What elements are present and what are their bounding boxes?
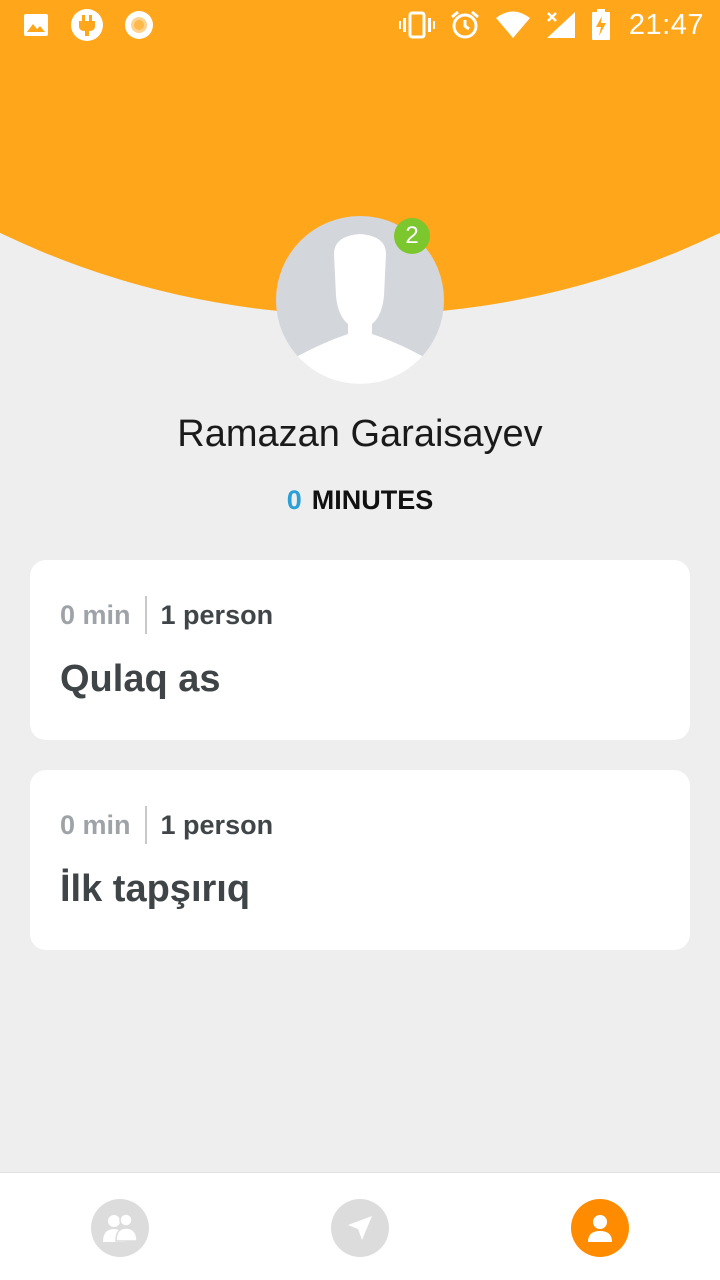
status-time: 21:47 [628,8,704,41]
nav-explore-button[interactable] [331,1199,389,1257]
profile-name: Ramazan Garaisayev [177,413,543,455]
bottom-navigation [0,1172,720,1280]
circle-record-icon [124,10,154,40]
task-card[interactable]: 0 min 1 person İlk tapşırıq [30,770,690,950]
usb-plug-icon [70,8,104,42]
nav-people-button[interactable] [91,1199,149,1257]
cellular-no-data-icon [545,10,577,40]
task-card[interactable]: 0 min 1 person Qulaq as [30,560,690,740]
task-people: 1 person [160,599,274,630]
minutes-summary: 0 MINUTES [0,485,720,516]
nav-profile-button[interactable] [571,1199,629,1257]
task-meta: 0 min 1 person [60,596,660,634]
task-meta: 0 min 1 person [60,806,660,844]
status-bar: 21:47 [0,0,720,50]
alarm-icon [449,9,481,41]
profile-screen: 21:47 2 Ramazan Garaisayev 0 MINUTES 0 mi… [0,0,720,1280]
task-title: İlk tapşırıq [60,868,251,910]
minutes-label: MINUTES [311,485,434,515]
image-icon [22,11,50,39]
notification-badge: 2 [394,218,430,254]
task-minutes: 0 min [60,599,131,630]
task-people: 1 person [160,809,274,840]
wifi-icon [495,11,531,39]
minutes-value: 0 [286,485,302,515]
vibrate-icon [398,10,435,40]
task-minutes: 0 min [60,809,131,840]
avatar-container[interactable]: 2 [276,216,444,384]
navigation-arrow-icon [348,1216,372,1240]
profile-icon [588,1215,612,1242]
task-title: Qulaq as [60,658,221,700]
people-icon [103,1213,138,1242]
battery-charging-icon [591,9,611,41]
